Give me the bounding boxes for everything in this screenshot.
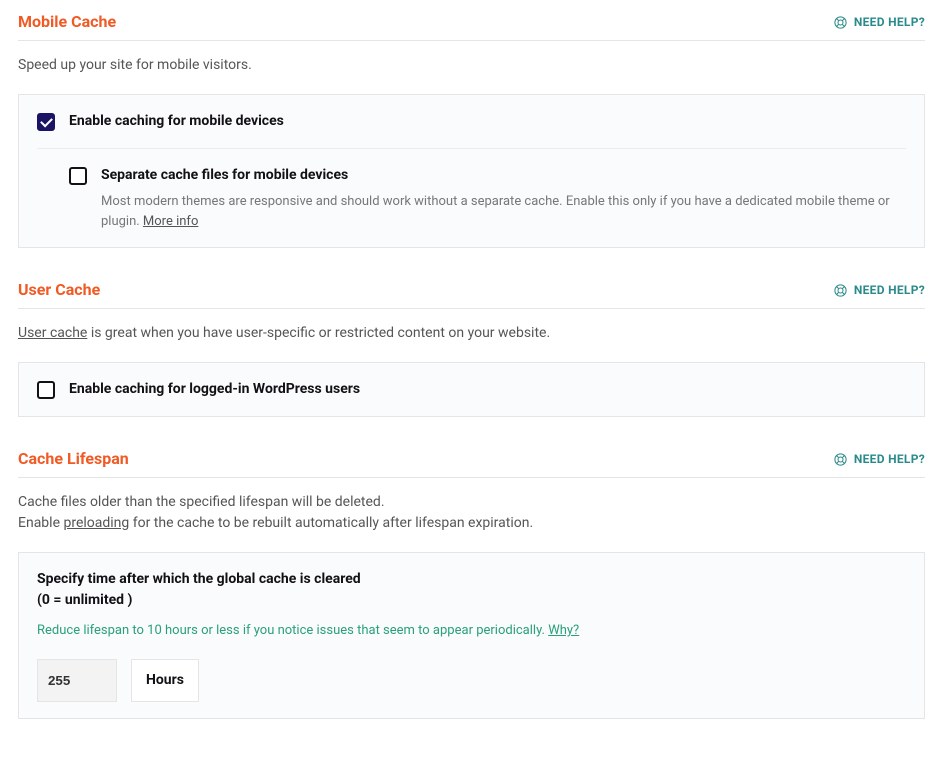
checkbox-enable-mobile[interactable] — [37, 113, 55, 131]
section-header: User Cache NEED HELP? — [18, 278, 925, 309]
desc-line1: Cache files older than the specified lif… — [18, 494, 385, 510]
help-link[interactable]: NEED HELP? — [833, 281, 925, 299]
help-label: NEED HELP? — [854, 281, 925, 299]
desc-line2-post: for the cache to be rebuilt automaticall… — [129, 515, 533, 531]
hint-text: Reduce lifespan to 10 hours or less if y… — [37, 623, 548, 638]
option-enable-mobile-cache: Enable caching for mobile devices — [37, 111, 906, 132]
panel-cache-lifespan: Specify time after which the global cach… — [18, 552, 925, 719]
checkbox-enable-user-cache[interactable] — [37, 381, 55, 399]
panel-hint: Reduce lifespan to 10 hours or less if y… — [37, 621, 906, 641]
section-title: Cache Lifespan — [18, 447, 129, 471]
section-description: Speed up your site for mobile visitors. — [18, 55, 925, 76]
section-header: Cache Lifespan NEED HELP? — [18, 447, 925, 478]
lifespan-value-input[interactable] — [37, 659, 117, 702]
section-description: Cache files older than the specified lif… — [18, 492, 925, 534]
panel-mobile-cache: Enable caching for mobile devices Separa… — [18, 94, 925, 248]
option-separate-cache: Separate cache files for mobile devices … — [69, 165, 906, 231]
help-link[interactable]: NEED HELP? — [833, 450, 925, 468]
lifebuoy-icon — [833, 283, 848, 298]
option-label: Separate cache files for mobile devices — [101, 165, 906, 186]
lifespan-unit-select[interactable]: Hours — [131, 659, 199, 702]
desc-line2-pre: Enable — [18, 515, 63, 531]
option-body: Separate cache files for mobile devices … — [101, 165, 906, 231]
heading-l2: (0 = unlimited ) — [37, 592, 132, 608]
section-user-cache: User Cache NEED HELP? User cache is grea… — [18, 278, 925, 417]
help-link[interactable]: NEED HELP? — [833, 13, 925, 31]
lifebuoy-icon — [833, 15, 848, 30]
option-enable-user-cache: Enable caching for logged-in WordPress u… — [37, 379, 906, 400]
preloading-link[interactable]: preloading — [63, 515, 129, 531]
section-description: User cache is great when you have user-s… — [18, 323, 925, 344]
desc-text: is great when you have user-specific or … — [87, 325, 550, 341]
why-link[interactable]: Why? — [548, 623, 579, 638]
checkbox-separate-cache[interactable] — [69, 167, 87, 185]
panel-user-cache: Enable caching for logged-in WordPress u… — [18, 362, 925, 417]
sub-option-separate-cache: Separate cache files for mobile devices … — [37, 148, 906, 231]
user-cache-link[interactable]: User cache — [18, 325, 87, 341]
lifespan-input-row: Hours — [37, 659, 906, 702]
option-label: Enable caching for mobile devices — [69, 111, 284, 132]
section-title: Mobile Cache — [18, 10, 116, 34]
more-info-link[interactable]: More info — [143, 214, 198, 229]
heading-l1: Specify time after which the global cach… — [37, 571, 361, 587]
option-note: Most modern themes are responsive and sh… — [101, 192, 906, 231]
lifebuoy-icon — [833, 452, 848, 467]
panel-heading: Specify time after which the global cach… — [37, 569, 906, 611]
help-label: NEED HELP? — [854, 450, 925, 468]
section-cache-lifespan: Cache Lifespan NEED HELP? Cache files ol… — [18, 447, 925, 719]
section-title: User Cache — [18, 278, 100, 302]
option-label: Enable caching for logged-in WordPress u… — [69, 379, 360, 400]
note-text: Most modern themes are responsive and sh… — [101, 194, 890, 229]
section-header: Mobile Cache NEED HELP? — [18, 10, 925, 41]
section-mobile-cache: Mobile Cache NEED HELP? Speed up your si… — [18, 10, 925, 248]
help-label: NEED HELP? — [854, 13, 925, 31]
